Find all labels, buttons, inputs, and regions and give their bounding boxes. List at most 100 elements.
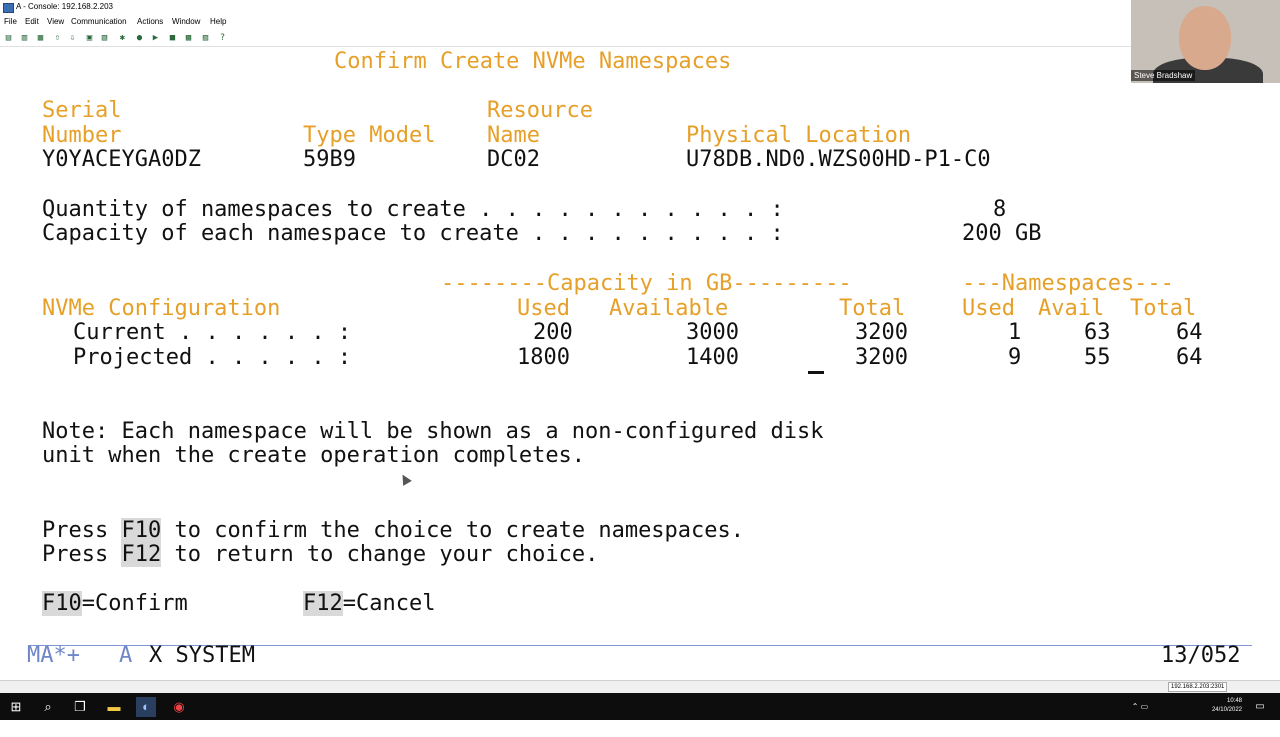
menu-communication[interactable]: Communication [71,17,127,26]
header-type-model: Type Model [303,123,436,148]
f10-key[interactable]: F10 [121,518,162,543]
col-used: Used [517,296,570,321]
print-icon[interactable]: ▦ [35,33,46,44]
menu-actions[interactable]: Actions [137,17,163,26]
table-heading: NVMe Configuration [42,296,281,321]
row-total: 3200 [855,320,908,345]
header-physical-location: Physical Location [686,123,912,148]
instruction-press: Press [42,542,109,567]
windows-start-icon[interactable]: ⊞ [6,697,26,717]
copy-icon[interactable]: ▤ [3,33,14,44]
row-available: 1400 [686,345,739,370]
f12-cancel-key: F12 [303,591,343,616]
map-icon[interactable]: ▨ [200,33,211,44]
toolbar: ▤ ▥ ▦ ⇧ ⇩ ▣ ▧ ✱ ● ▶ ■ ▩ ▨ ? [0,31,1280,47]
quantity-value: 8 [993,197,1007,222]
taskbar: ⊞ ⌕ ❐ ▬ ◐ ◉ ⌃ ▭ ◔ ♪ 10:48 24/10/2022 ▭ [0,693,1280,731]
f12-cancel-button[interactable]: F12=Cancel [303,591,436,616]
paste-icon[interactable]: ▥ [19,33,30,44]
menu-edit[interactable]: Edit [25,17,39,26]
capacity-group-header: --------Capacity in GB--------- [441,271,852,296]
instruction-cancel: Press F12 to return to change your choic… [42,542,599,567]
row-ns-total: 64 [1176,320,1203,345]
serial-number: Y0YACEYGA0DZ [42,147,201,172]
help-icon[interactable]: ? [217,33,228,44]
row-used: 1800 [517,345,570,370]
presenter-face [1179,6,1231,70]
type-model: 59B9 [303,147,356,172]
header-resource: Resource [487,98,593,123]
notifications-icon[interactable]: ▭ [1250,697,1270,717]
keypad-icon[interactable]: ▩ [183,33,194,44]
macro-icon[interactable]: ▧ [99,33,110,44]
text-cursor [808,371,824,374]
download-icon[interactable]: ⇩ [67,33,78,44]
f12-key[interactable]: F12 [121,542,162,567]
console-app-icon [3,3,14,13]
clock-time: 10:48 [1226,698,1242,704]
file-explorer-icon[interactable]: ▬ [104,697,124,717]
header-serial: Serial [42,98,122,123]
row-available: 3000 [686,320,739,345]
record-icon[interactable]: ● [134,33,145,44]
row-ns-used: 9 [1008,345,1022,370]
menu-help[interactable]: Help [210,17,226,26]
header-number: Number [42,123,122,148]
screen-title: Confirm Create NVMe Namespaces [334,49,732,74]
row-ns-total: 64 [1176,345,1203,370]
instruction-text: to confirm the choice to create namespac… [174,518,745,543]
row-total: 3200 [855,345,908,370]
col-ns-avail: Avail [1038,296,1105,321]
webcam-overlay: Steve Bradshaw [1131,0,1280,83]
terminal-screen[interactable]: Confirm Create NVMe Namespaces Serial Re… [0,47,1280,680]
task-view-icon[interactable]: ❐ [70,697,90,717]
row-label: Projected . . . . . : [73,345,352,370]
col-ns-total: Total [1130,296,1197,321]
chrome-icon[interactable]: ◉ [169,697,189,717]
menu-window[interactable]: Window [172,17,200,26]
capacity-value: 200 GB [962,221,1042,246]
play-icon[interactable]: ▶ [150,33,161,44]
console-app-taskbar-icon[interactable]: ◐ [136,697,156,717]
menu-bar: File Edit View Communication Actions Win… [0,15,1280,30]
menu-view[interactable]: View [47,17,64,26]
col-total: Total [839,296,906,321]
stop-icon[interactable]: ■ [167,33,178,44]
namespaces-group-header: ---Namespaces--- [962,271,1174,296]
window-title: A - Console: 192.168.2.203 [16,2,113,11]
clock[interactable]: 10:48 24/10/2022 [1200,697,1242,715]
oia-system: X SYSTEM [149,643,255,668]
row-ns-avail: 63 [1084,320,1111,345]
quantity-label: Quantity of namespaces to create . . . .… [42,197,784,222]
settings-icon[interactable]: ✱ [117,33,128,44]
note-line-2: unit when the create operation completes… [42,443,586,468]
connection-address: 192.168.2.203:2301 [1168,682,1228,692]
col-ns-used: Used [962,296,1015,321]
note-line-1: Note: Each namespace will be shown as a … [42,419,824,444]
instruction-press: Press [42,518,109,543]
header-name: Name [487,123,540,148]
capacity-label: Capacity of each namespace to create . .… [42,221,784,246]
physical-location: U78DB.ND0.WZS00HD-P1-C0 [686,147,991,172]
row-used: 200 [533,320,573,345]
display-icon[interactable]: ▣ [84,33,95,44]
f12-cancel-label: =Cancel [342,591,436,616]
row-ns-used: 1 [1008,320,1022,345]
menu-file[interactable]: File [4,17,17,26]
oia-session: A [119,643,133,668]
window-titlebar: A - Console: 192.168.2.203 [0,0,1280,15]
instruction-text: to return to change your choice. [174,542,599,567]
row-label: Current . . . . . . : [73,320,352,345]
oia-cursor-position: 13/052 [1161,643,1241,668]
f10-confirm-key: F10 [42,591,82,616]
f10-confirm-label: =Confirm [81,591,188,616]
search-icon[interactable]: ⌕ [38,697,58,717]
status-bar: 192.168.2.203:2301 [0,680,1280,693]
instruction-confirm: Press F10 to confirm the choice to creat… [42,518,745,543]
tray-icons[interactable]: ⌃ ▭ ◔ ♪ [1130,697,1150,731]
f10-confirm-button[interactable]: F10=Confirm [42,591,188,616]
upload-icon[interactable]: ⇧ [52,33,63,44]
presenter-name: Steve Bradshaw [1131,70,1196,81]
row-ns-avail: 55 [1084,345,1111,370]
col-available: Available [609,296,729,321]
